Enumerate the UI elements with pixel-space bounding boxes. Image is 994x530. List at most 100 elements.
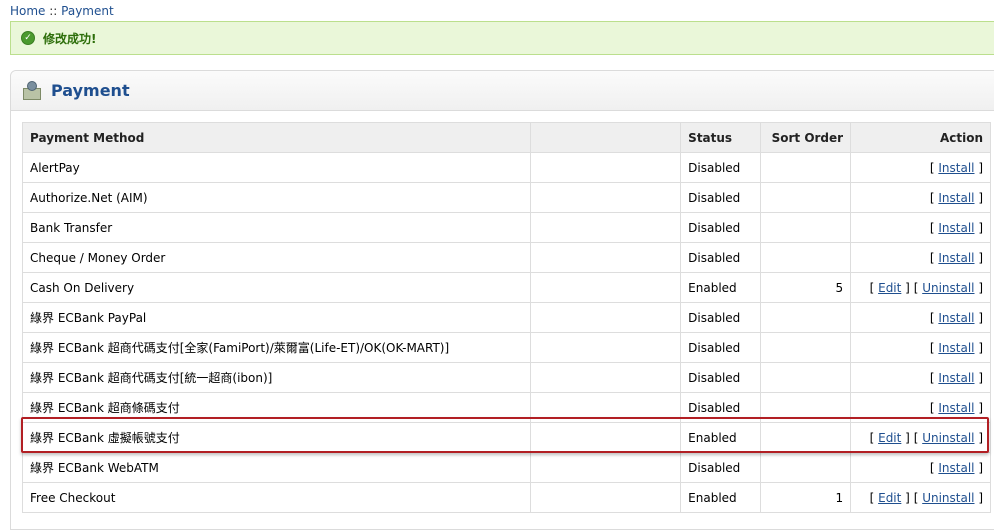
blank-cell bbox=[530, 482, 682, 513]
table-row: 綠界 ECBank WebATM Disabled [ Install ] bbox=[21, 452, 991, 483]
install-link[interactable]: Install bbox=[938, 221, 974, 235]
sort-order-cell bbox=[760, 422, 852, 453]
blank-cell bbox=[530, 242, 682, 273]
install-link[interactable]: Install bbox=[938, 161, 974, 175]
install-link[interactable]: Install bbox=[938, 401, 974, 415]
column-header-payment-method[interactable]: Payment Method bbox=[21, 122, 532, 153]
breadcrumb-home-link[interactable]: Home bbox=[10, 4, 45, 18]
sort-order-cell bbox=[760, 302, 852, 333]
payment-method-cell: 綠界 ECBank 超商條碼支付 bbox=[21, 392, 532, 423]
check-circle-icon: ✓ bbox=[21, 31, 35, 45]
table-row: 綠界 ECBank PayPal Disabled [ Install ] bbox=[21, 302, 991, 333]
table-row: 綠界 ECBank 超商代碼支付[全家(FamiPort)/萊爾富(Life-E… bbox=[21, 332, 991, 363]
column-header-sort-order[interactable]: Sort Order bbox=[760, 122, 852, 153]
install-link[interactable]: Install bbox=[938, 461, 974, 475]
action-cell: [ Install ] bbox=[850, 242, 991, 273]
blank-cell bbox=[530, 422, 682, 453]
status-cell: Enabled bbox=[680, 272, 762, 303]
install-link[interactable]: Install bbox=[938, 251, 974, 265]
action-cell: [ Install ] bbox=[850, 452, 991, 483]
blank-cell bbox=[530, 212, 682, 243]
sort-order-cell bbox=[760, 392, 852, 423]
action-cell: [ Install ] bbox=[850, 152, 991, 183]
edit-link[interactable]: Edit bbox=[878, 281, 901, 295]
sort-order-cell bbox=[760, 212, 852, 243]
edit-link[interactable]: Edit bbox=[878, 431, 901, 445]
uninstall-link[interactable]: Uninstall bbox=[922, 431, 974, 445]
status-cell: Disabled bbox=[680, 302, 762, 333]
install-link[interactable]: Install bbox=[938, 191, 974, 205]
table-row: AlertPay Disabled [ Install ] bbox=[21, 152, 991, 183]
success-message: 修改成功! bbox=[43, 31, 97, 46]
action-cell: [ Edit ] [ Uninstall ] bbox=[850, 422, 991, 453]
blank-cell bbox=[530, 302, 682, 333]
action-cell: [ Install ] bbox=[850, 302, 991, 333]
payment-method-cell: Cash On Delivery bbox=[21, 272, 532, 303]
status-cell: Disabled bbox=[680, 392, 762, 423]
edit-link[interactable]: Edit bbox=[878, 491, 901, 505]
status-cell: Enabled bbox=[680, 422, 762, 453]
column-header-blank bbox=[530, 122, 682, 153]
blank-cell bbox=[530, 152, 682, 183]
blank-cell bbox=[530, 392, 682, 423]
blank-cell bbox=[530, 362, 682, 393]
table-row: 綠界 ECBank 超商條碼支付 Disabled [ Install ] bbox=[21, 392, 991, 423]
install-link[interactable]: Install bbox=[938, 311, 974, 325]
sort-order-cell bbox=[760, 182, 852, 213]
blank-cell bbox=[530, 182, 682, 213]
status-cell: Disabled bbox=[680, 242, 762, 273]
table-row: Cash On Delivery Enabled 5[ Edit ] [ Unins… bbox=[21, 272, 991, 303]
action-cell: [ Install ] bbox=[850, 332, 991, 363]
table-header-row: Payment Method Status Sort Order Action bbox=[21, 122, 991, 153]
action-cell: [ Edit ] [ Uninstall ] bbox=[850, 272, 991, 303]
sort-order-cell bbox=[760, 452, 852, 483]
table-row: Free Checkout Enabled 1[ Edit ] [ Uninstal… bbox=[21, 482, 991, 513]
uninstall-link[interactable]: Uninstall bbox=[922, 491, 974, 505]
install-link[interactable]: Install bbox=[938, 341, 974, 355]
blank-cell bbox=[530, 332, 682, 363]
action-cell: [ Edit ] [ Uninstall ] bbox=[850, 482, 991, 513]
payment-method-cell: Authorize.Net (AIM) bbox=[21, 182, 532, 213]
table-row: Authorize.Net (AIM) Disabled [ Install ] bbox=[21, 182, 991, 213]
uninstall-link[interactable]: Uninstall bbox=[922, 281, 974, 295]
payment-method-cell: Free Checkout bbox=[21, 482, 532, 513]
breadcrumb-payment-link[interactable]: Payment bbox=[61, 4, 114, 18]
payment-table: Payment Method Status Sort Order Action … bbox=[21, 122, 991, 513]
payment-method-cell: 綠界 ECBank 超商代碼支付[全家(FamiPort)/萊爾富(Life-E… bbox=[21, 332, 532, 363]
action-cell: [ Install ] bbox=[850, 392, 991, 423]
payment-method-cell: 綠界 ECBank WebATM bbox=[21, 452, 532, 483]
table-row: Cheque / Money Order Disabled [ Install ] bbox=[21, 242, 991, 273]
status-cell: Disabled bbox=[680, 182, 762, 213]
success-alert: ✓ 修改成功! bbox=[10, 21, 994, 55]
sort-order-cell bbox=[760, 152, 852, 183]
action-cell: [ Install ] bbox=[850, 362, 991, 393]
sort-order-cell bbox=[760, 332, 852, 363]
payment-method-cell: 綠界 ECBank PayPal bbox=[21, 302, 532, 333]
table-row: 綠界 ECBank 虛擬帳號支付 Enabled [ Edit ] [ Uninst… bbox=[21, 422, 991, 453]
status-cell: Disabled bbox=[680, 212, 762, 243]
status-cell: Disabled bbox=[680, 332, 762, 363]
breadcrumb: Home :: Payment bbox=[10, 4, 114, 18]
payment-method-cell: Cheque / Money Order bbox=[21, 242, 532, 273]
table-row: 綠界 ECBank 超商代碼支付[統一超商(ibon)] Disabled [ In… bbox=[21, 362, 991, 393]
install-link[interactable]: Install bbox=[938, 371, 974, 385]
page-title: Payment bbox=[51, 81, 130, 100]
box-heading: Payment bbox=[11, 71, 994, 111]
blank-cell bbox=[530, 452, 682, 483]
payment-box: Payment Payment Method Status Sort Order… bbox=[10, 70, 994, 530]
payment-method-cell: 綠界 ECBank 虛擬帳號支付 bbox=[21, 422, 532, 453]
column-header-action: Action bbox=[850, 122, 991, 153]
blank-cell bbox=[530, 272, 682, 303]
sort-order-cell: 1 bbox=[760, 482, 852, 513]
payment-icon bbox=[21, 80, 43, 102]
sort-order-cell: 5 bbox=[760, 272, 852, 303]
payment-method-cell: 綠界 ECBank 超商代碼支付[統一超商(ibon)] bbox=[21, 362, 532, 393]
sort-order-cell bbox=[760, 242, 852, 273]
status-cell: Disabled bbox=[680, 452, 762, 483]
table-row: Bank Transfer Disabled [ Install ] bbox=[21, 212, 991, 243]
column-header-status[interactable]: Status bbox=[680, 122, 762, 153]
action-cell: [ Install ] bbox=[850, 182, 991, 213]
payment-method-cell: AlertPay bbox=[21, 152, 532, 183]
status-cell: Disabled bbox=[680, 362, 762, 393]
action-cell: [ Install ] bbox=[850, 212, 991, 243]
